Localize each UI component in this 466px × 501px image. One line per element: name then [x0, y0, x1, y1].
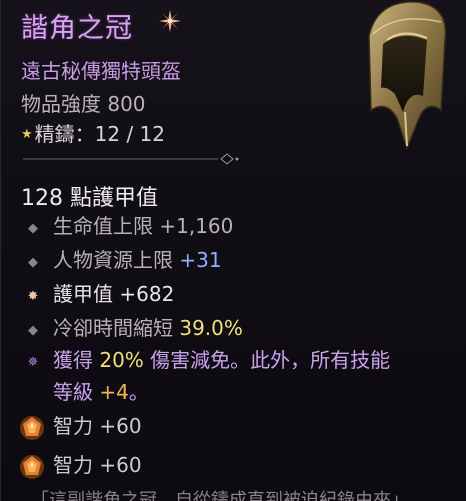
stat-label: 生命值上限	[53, 214, 153, 238]
item-power: 物品強度 800	[21, 92, 146, 116]
topaz-gem-icon	[20, 415, 44, 440]
aspect-line2-suffix: 。	[128, 380, 149, 404]
diamond-bullet-icon: ◆	[28, 255, 38, 270]
helm-icon	[368, 1, 447, 150]
stat-label: 冷卻時間縮短	[53, 316, 173, 340]
stat-row-max-resource: ◆ 人物資源上限 +31	[21, 246, 222, 274]
gem-socket-row: 智力 +60	[19, 450, 142, 480]
gem-label: 智力 +60	[53, 453, 142, 477]
unique-aspect-icon: ✵	[27, 355, 39, 370]
armor-value: 128 點護甲值	[21, 186, 158, 211]
aspect-text: 傷害減免。此外，所有技能	[150, 348, 391, 372]
item-type: 遠古秘傳獨特頭盔	[21, 59, 181, 83]
aspect-percent: 20%	[99, 348, 144, 372]
stat-value: +1,160	[159, 214, 234, 238]
stat-value: 39.0%	[179, 316, 243, 340]
stat-label: 人物資源上限	[53, 248, 173, 272]
diamond-bullet-icon: ◆	[28, 323, 38, 338]
section-divider	[23, 153, 239, 165]
stat-value: +682	[119, 282, 175, 306]
item-tooltip: 諧角之冠 遠古秘傳獨特頭盔 物品強度 800 ★ 精鑄：12 / 12 128 …	[0, 0, 466, 501]
topaz-gem-icon	[20, 454, 44, 479]
stat-row-max-life: ◆ 生命值上限 +1,160	[21, 212, 233, 240]
gem-label: 智力 +60	[53, 414, 142, 438]
aspect-line2-prefix: 等級	[53, 380, 93, 404]
stat-row-armor: ✸ 護甲值 +682	[21, 280, 175, 308]
masterwork-label: 精鑄：12 / 12	[34, 122, 166, 146]
aspect-prefix: 獲得	[53, 348, 93, 372]
sparkle-bullet-icon: ✸	[27, 289, 39, 304]
stat-row-cdr: ◆ 冷卻時間縮短 39.0%	[21, 314, 243, 342]
stat-label: 護甲值	[53, 282, 113, 306]
aspect-bonus: +4	[99, 380, 129, 404]
gem-socket-row: 智力 +60	[19, 411, 142, 441]
flavor-text-partial: 「這副諧角之冠…自從鑄成直到被迫紀錄由來」	[31, 490, 409, 501]
masterwork-row: ★ 精鑄：12 / 12	[21, 118, 165, 147]
aspect-line2: 等級 +4。	[53, 377, 149, 407]
diamond-bullet-icon: ◆	[28, 221, 38, 236]
unique-rune-icon	[159, 10, 181, 32]
stat-value: +31	[179, 248, 222, 272]
star-icon: ★	[21, 127, 33, 142]
item-name: 諧角之冠	[21, 13, 133, 44]
unique-aspect: ✵ 獲得 20% 傷害減免。此外，所有技能 等級 +4。	[21, 345, 451, 404]
